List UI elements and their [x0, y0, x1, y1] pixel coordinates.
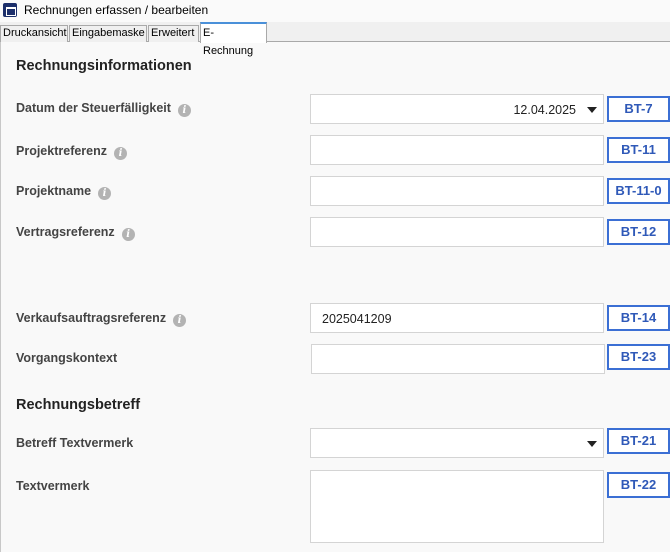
project-name-label: Projektname i — [16, 184, 112, 200]
project-name-label-text: Projektname — [16, 184, 92, 198]
project-reference-label-text: Projektreferenz — [16, 144, 108, 158]
tax-due-date-dropdown[interactable]: 12.04.2025 — [310, 94, 604, 124]
info-icon[interactable]: i — [98, 187, 112, 200]
bt-code-badge: BT-11 — [607, 137, 670, 163]
title-bar: Rechnungen erfassen / bearbeiten — [0, 0, 670, 22]
tax-due-date-label: Datum der Steuerfälligkeit i — [16, 101, 191, 117]
sales-order-reference-input[interactable]: 2025041209 — [310, 303, 604, 333]
project-name-input[interactable] — [310, 176, 604, 206]
tab-druckansicht[interactable]: Druckansicht — [0, 25, 68, 42]
tax-due-date-label-text: Datum der Steuerfälligkeit — [16, 101, 171, 115]
bt-code-badge: BT-23 — [607, 344, 670, 370]
e-rechnung-panel: Rechnungsinformationen Datum der Steuerf… — [0, 42, 670, 552]
contract-reference-label: Vertragsreferenz i — [16, 225, 135, 241]
process-context-label: Vorgangskontext — [16, 351, 117, 365]
project-reference-label: Projektreferenz i — [16, 144, 128, 160]
tax-due-date-value: 12.04.2025 — [513, 103, 576, 117]
note-label: Textvermerk — [16, 479, 89, 493]
bt-code-badge: BT-11-0 — [607, 178, 670, 204]
note-label-text: Textvermerk — [16, 479, 90, 493]
bt-code-badge: BT-21 — [607, 428, 670, 454]
note-textarea[interactable] — [310, 470, 604, 543]
contract-reference-label-text: Vertragsreferenz — [16, 225, 115, 239]
tab-erweitert[interactable]: Erweitert — [148, 25, 199, 42]
process-context-label-text: Vorgangskontext — [16, 351, 118, 365]
tab-e-rechnung[interactable]: E-Rechnung — [200, 22, 267, 57]
info-icon[interactable]: i — [173, 314, 187, 327]
info-icon[interactable]: i — [114, 147, 128, 160]
subject-note-label-text: Betreff Textvermerk — [16, 436, 134, 450]
process-context-input[interactable] — [311, 344, 605, 374]
chevron-down-icon[interactable] — [587, 441, 597, 447]
section-title-invoice-subject: Rechnungsbetreff — [16, 397, 141, 413]
section-title-invoice-info: Rechnungsinformationen — [16, 58, 192, 74]
info-icon[interactable]: i — [177, 104, 191, 117]
project-reference-input[interactable] — [310, 135, 604, 165]
subject-note-dropdown[interactable] — [310, 428, 604, 458]
bt-code-badge: BT-12 — [607, 219, 670, 245]
chevron-down-icon[interactable] — [587, 107, 597, 113]
window-title: Rechnungen erfassen / bearbeiten — [24, 3, 209, 17]
bt-code-badge: BT-14 — [607, 305, 670, 331]
tab-eingabemaske[interactable]: Eingabemaske — [69, 25, 147, 42]
sales-order-reference-value: 2025041209 — [322, 312, 392, 326]
sales-order-reference-label-text: Verkaufsauftragsreferenz — [16, 311, 167, 325]
contract-reference-input[interactable] — [310, 217, 604, 247]
bt-code-badge: BT-7 — [607, 96, 670, 122]
bt-code-badge: BT-22 — [607, 472, 670, 498]
subject-note-label: Betreff Textvermerk — [16, 436, 133, 450]
app-icon — [3, 3, 17, 17]
sales-order-reference-label: Verkaufsauftragsreferenz i — [16, 311, 187, 327]
tab-bar: Druckansicht Eingabemaske Erweitert E-Re… — [0, 22, 670, 57]
info-icon[interactable]: i — [121, 228, 135, 241]
